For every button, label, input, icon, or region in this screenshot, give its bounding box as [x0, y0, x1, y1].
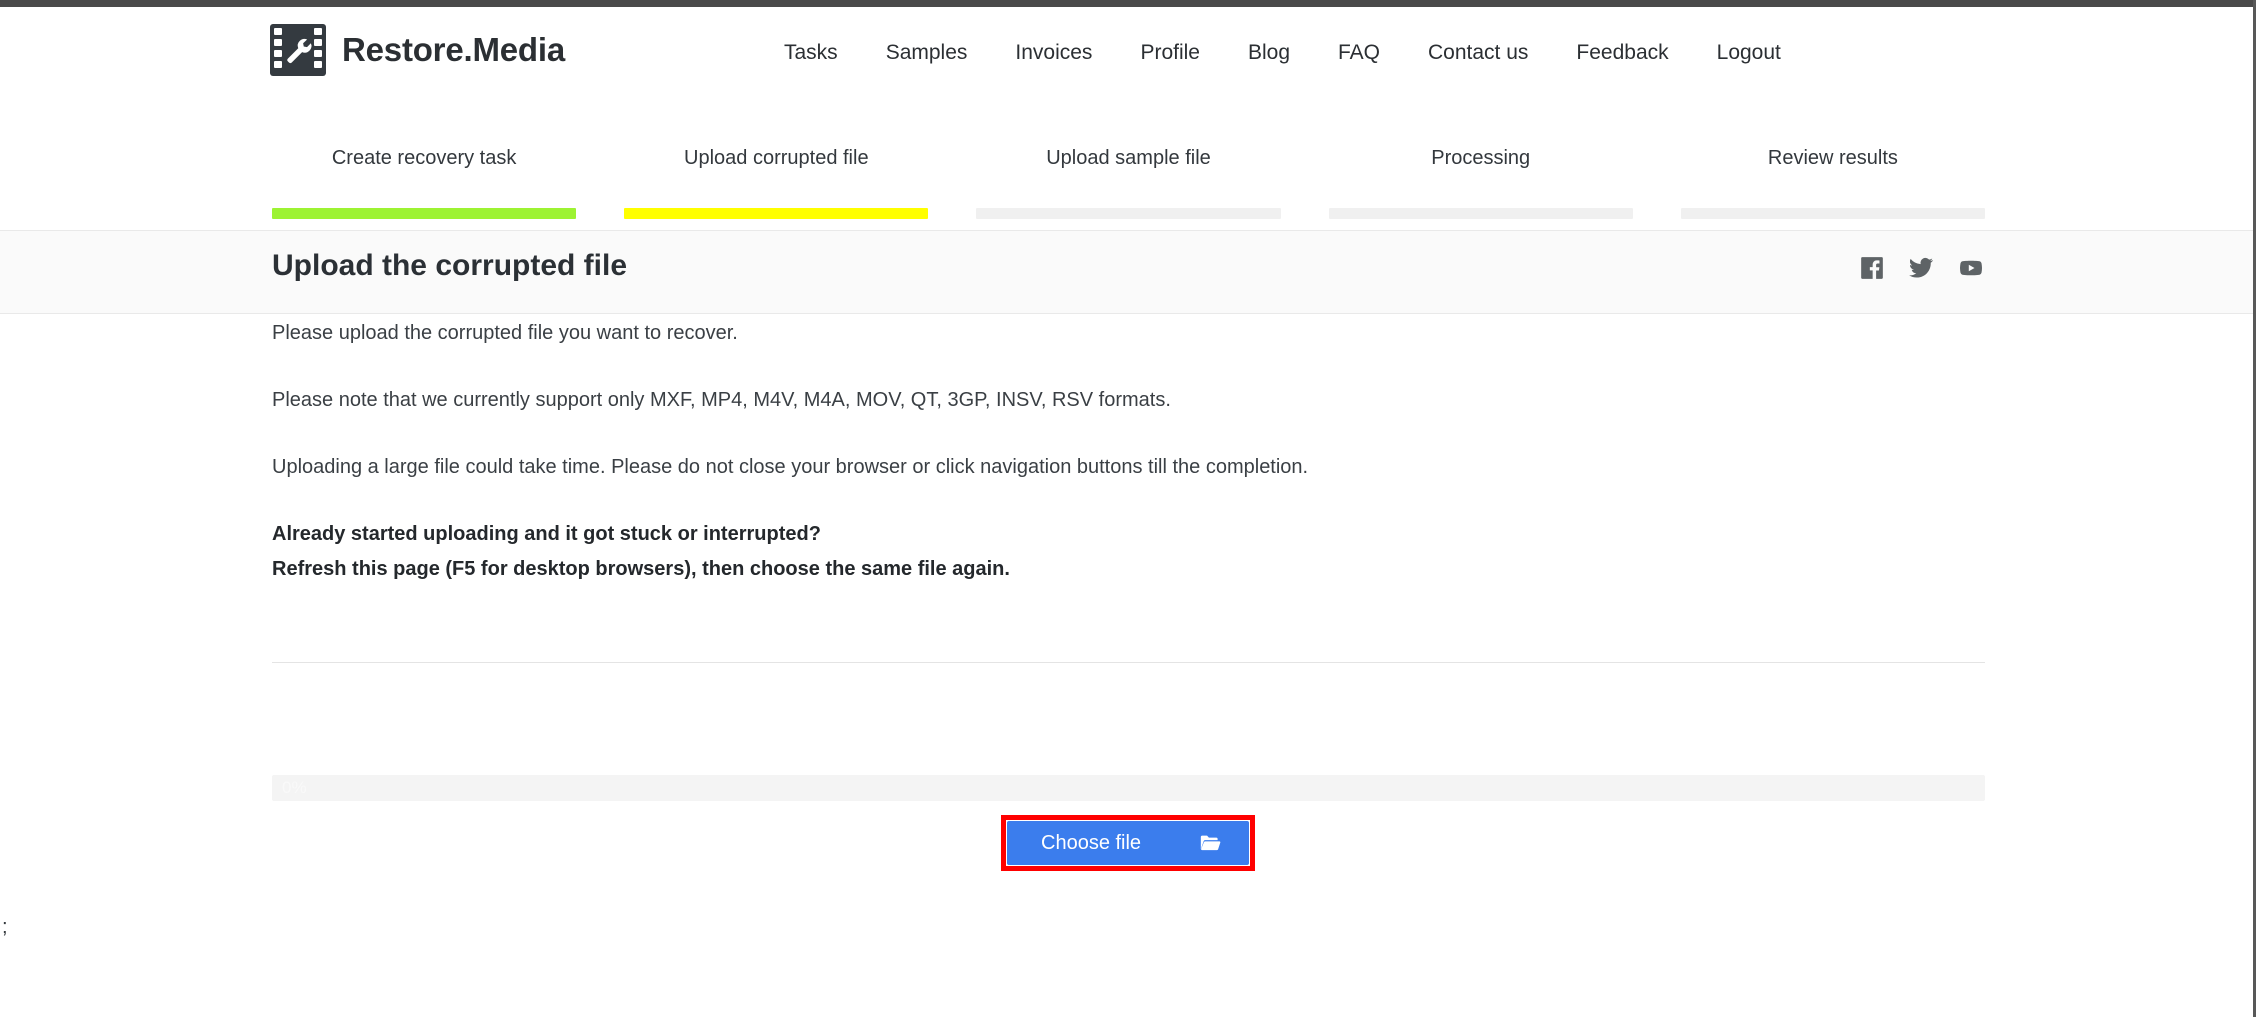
- stuck-advice: Refresh this page (F5 for desktop browse…: [272, 558, 1010, 580]
- facebook-icon[interactable]: [1859, 255, 1885, 281]
- step-processing[interactable]: Processing: [1328, 115, 1633, 219]
- nav-item-feedback[interactable]: Feedback: [1552, 41, 1692, 65]
- step-review-results[interactable]: Review results: [1680, 115, 1986, 219]
- choose-file-label: Choose file: [1041, 831, 1142, 854]
- film-wrench-logo-icon: [270, 24, 326, 76]
- step-label: Upload sample file: [1046, 147, 1211, 169]
- youtube-icon[interactable]: [1957, 256, 1985, 280]
- page-root: Restore.Media Tasks Samples Invoices Pro…: [0, 7, 2253, 1021]
- step-label: Review results: [1767, 147, 1898, 169]
- instruction-upload: Please upload the corrupted file you wan…: [272, 322, 738, 344]
- title-band: Upload the corrupted file: [0, 230, 2253, 314]
- upload-progress-bar: 0%: [272, 775, 1985, 801]
- site-header: Restore.Media Tasks Samples Invoices Pro…: [0, 7, 2253, 115]
- page-title: Upload the corrupted file: [272, 249, 628, 282]
- nav-item-tasks[interactable]: Tasks: [760, 41, 862, 65]
- step-bar-pending: [1680, 208, 1986, 219]
- instruction-formats: Please note that we currently support on…: [272, 389, 1171, 411]
- social-links: [1859, 255, 1985, 281]
- browser-bottom-chrome: [0, 1017, 2256, 1021]
- nav-item-invoices[interactable]: Invoices: [991, 41, 1116, 65]
- step-upload-sample-file[interactable]: Upload sample file: [976, 115, 1281, 219]
- step-bar-done: [272, 208, 577, 219]
- twitter-icon[interactable]: [1907, 255, 1935, 281]
- choose-file-button[interactable]: Choose file: [1007, 821, 1249, 865]
- upload-progress-label: 0%: [282, 778, 307, 797]
- nav-item-profile[interactable]: Profile: [1116, 41, 1224, 65]
- nav-item-contact-us[interactable]: Contact us: [1404, 41, 1552, 65]
- step-label: Processing: [1431, 147, 1531, 169]
- main-content: Please upload the corrupted file you wan…: [272, 320, 1985, 583]
- step-bar-pending: [1328, 208, 1633, 219]
- browser-top-chrome: [0, 0, 2256, 7]
- folder-open-icon: [1197, 832, 1223, 854]
- stray-text-artifact: ;: [2, 916, 8, 938]
- content-divider: [272, 662, 1985, 663]
- nav-item-samples[interactable]: Samples: [862, 41, 992, 65]
- step-label: Create recovery task: [331, 147, 517, 169]
- step-bar-active: [624, 208, 929, 219]
- step-label: Upload corrupted file: [684, 147, 869, 169]
- stuck-question: Already started uploading and it got stu…: [272, 523, 821, 545]
- brand-name: Restore.Media: [342, 31, 565, 68]
- nav-item-logout[interactable]: Logout: [1693, 41, 1805, 65]
- step-progress: Create recovery task Upload corrupted fi…: [0, 115, 2253, 230]
- step-create-recovery-task[interactable]: Create recovery task: [272, 115, 577, 219]
- step-bar-pending: [976, 208, 1281, 219]
- nav-item-blog[interactable]: Blog: [1224, 41, 1314, 65]
- main-nav: Tasks Samples Invoices Profile Blog FAQ …: [760, 41, 1805, 65]
- instruction-timing: Uploading a large file could take time. …: [272, 456, 1309, 478]
- brand-logo-link[interactable]: Restore.Media: [270, 24, 565, 76]
- nav-item-faq[interactable]: FAQ: [1314, 41, 1404, 65]
- step-upload-corrupted-file[interactable]: Upload corrupted file: [624, 115, 929, 219]
